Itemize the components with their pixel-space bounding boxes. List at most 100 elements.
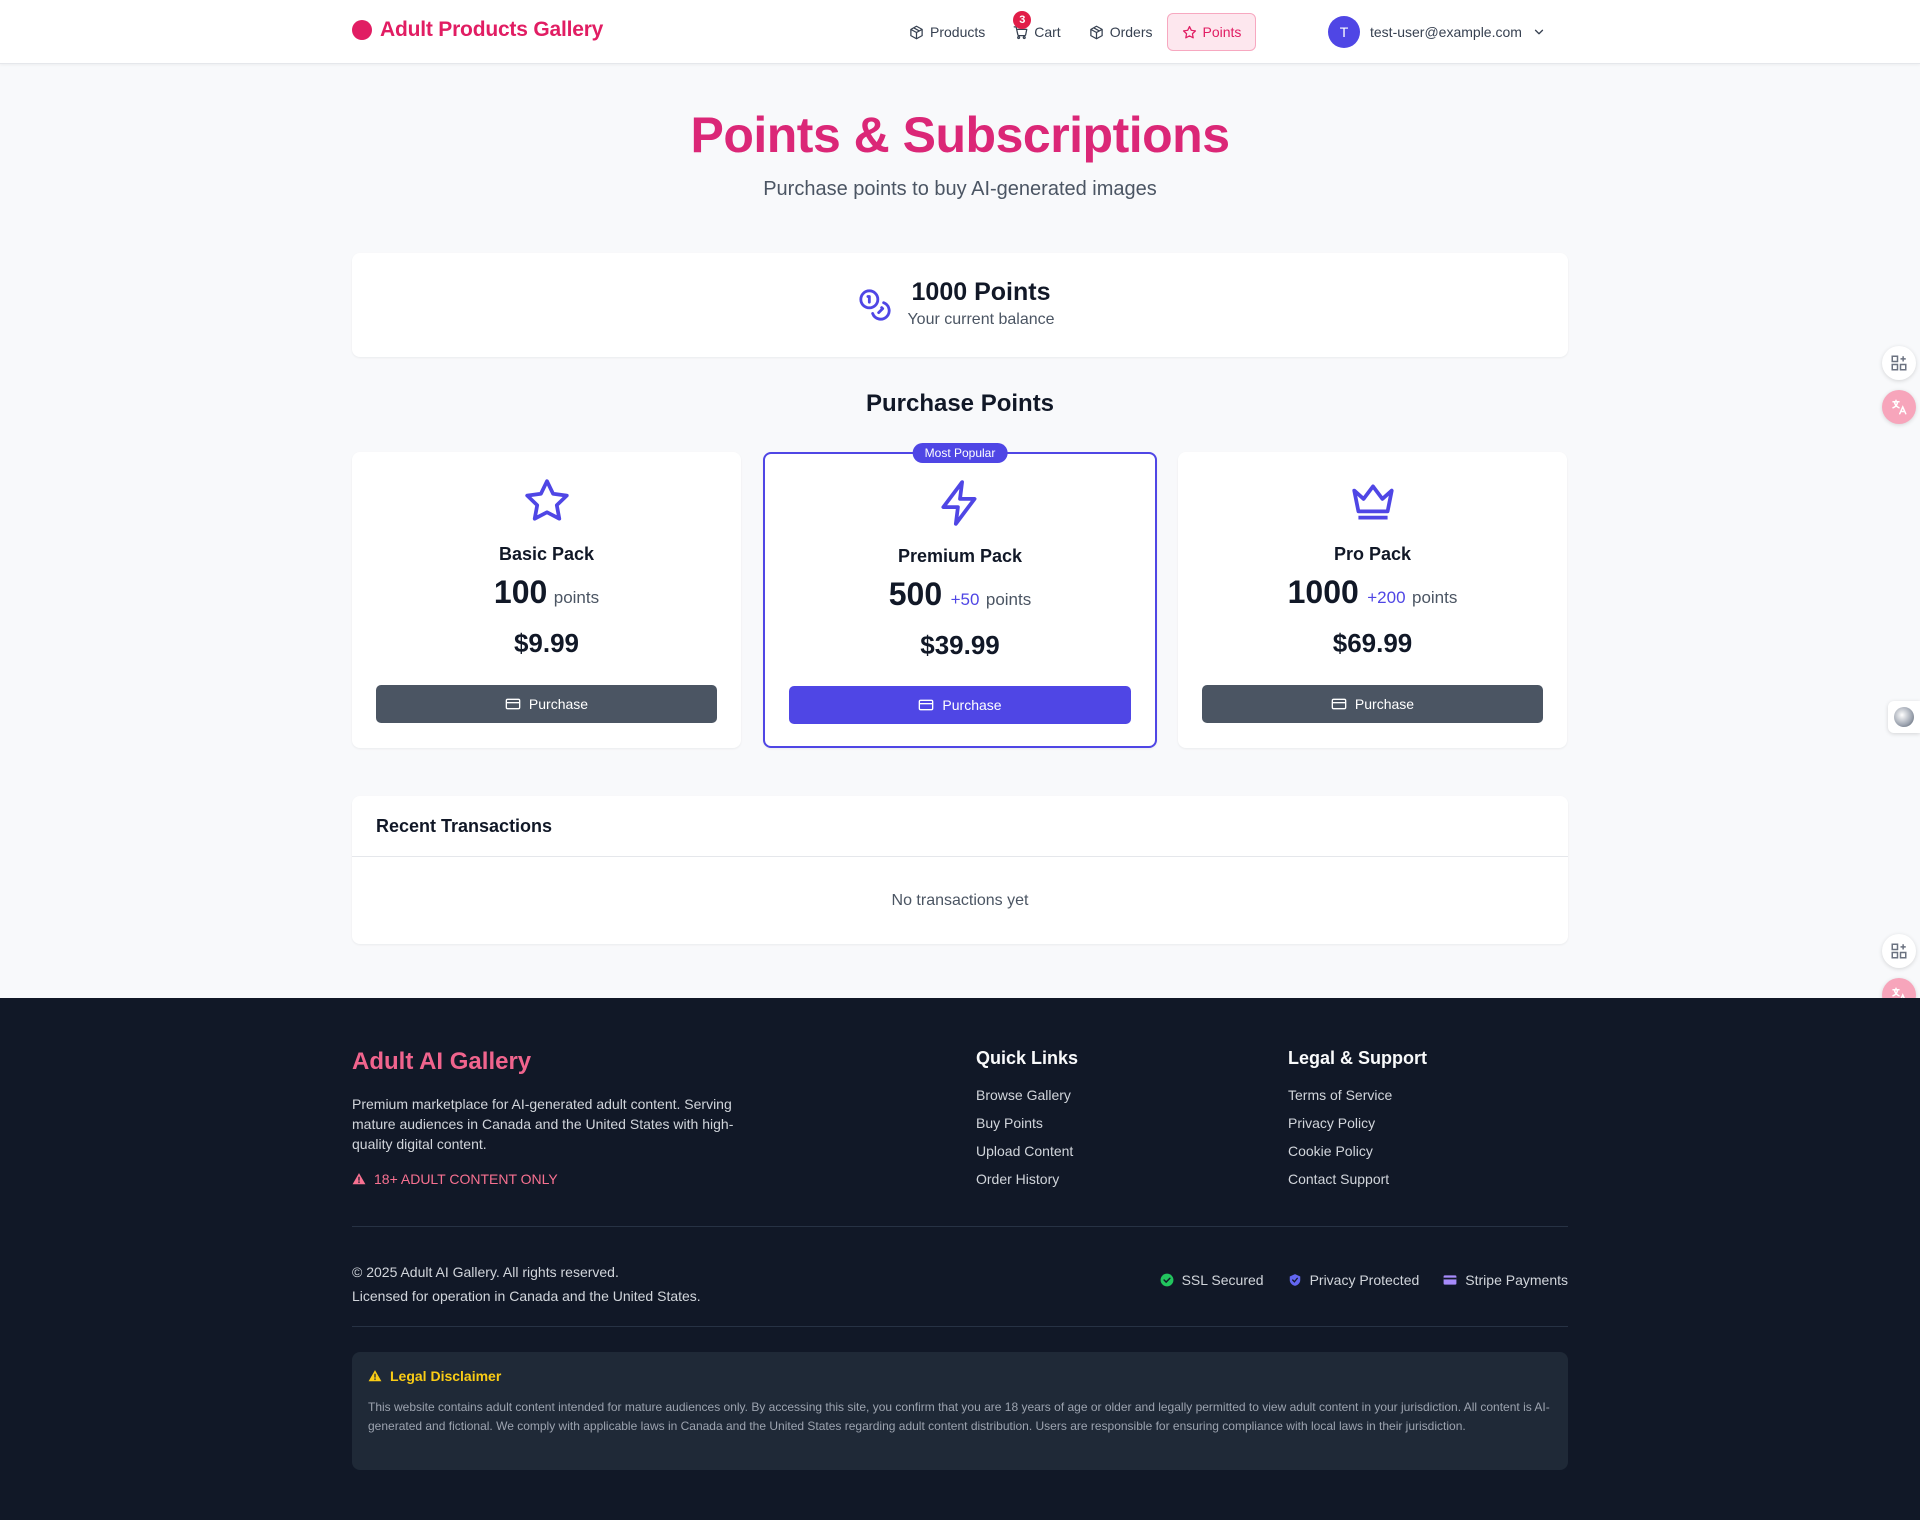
brand-name: Adult Products Gallery bbox=[380, 18, 604, 41]
user-menu[interactable]: T test-user@example.com bbox=[1328, 16, 1546, 48]
grid-add-widget-button[interactable] bbox=[1882, 346, 1916, 380]
pack-points: 1000 +200 points bbox=[1178, 574, 1567, 611]
pack-name: Basic Pack bbox=[498, 544, 595, 564]
pack-points-unit: points bbox=[985, 590, 1032, 609]
balance-label: Your current balance bbox=[907, 311, 1055, 328]
credit-card-icon bbox=[919, 699, 934, 711]
brand-dot-icon bbox=[352, 20, 372, 40]
privacy-badge: Privacy Protected bbox=[1288, 1272, 1420, 1288]
pack-points-bonus: +200 bbox=[1367, 588, 1406, 607]
assistant-orb-icon bbox=[1894, 707, 1914, 727]
pack-card-pro: Pro Pack 1000 +200 points $69.99 Purchas… bbox=[1178, 452, 1567, 748]
grid-plus-icon bbox=[1891, 943, 1907, 959]
warning-icon bbox=[352, 1173, 366, 1185]
privacy-badge-label: Privacy Protected bbox=[1309, 1272, 1420, 1288]
nav-products[interactable]: Products bbox=[895, 13, 999, 51]
license-text: Licensed for operation in Canada and the… bbox=[352, 1288, 701, 1304]
cart-count-badge: 3 bbox=[1013, 11, 1032, 29]
footer-link-cookies[interactable]: Cookie Policy bbox=[1288, 1143, 1427, 1160]
transactions-empty-state: No transactions yet bbox=[891, 892, 1029, 909]
nav-products-label: Products bbox=[930, 24, 986, 40]
balance-amount: 1000 Points bbox=[911, 278, 1051, 306]
stripe-badge-label: Stripe Payments bbox=[1465, 1272, 1568, 1288]
ssl-badge-label: SSL Secured bbox=[1181, 1272, 1264, 1288]
top-navbar: Adult Products Gallery Products 3 Cart O… bbox=[0, 0, 1920, 64]
purchase-pro-button[interactable]: Purchase bbox=[1202, 685, 1543, 723]
transactions-title: Recent Transactions bbox=[376, 816, 553, 836]
purchase-section-title: Purchase Points bbox=[865, 390, 1055, 417]
pack-price: $39.99 bbox=[920, 630, 1000, 660]
divider bbox=[352, 856, 1568, 857]
transactions-card: Recent Transactions No transactions yet bbox=[352, 796, 1568, 944]
user-email: test-user@example.com bbox=[1370, 24, 1522, 40]
legal-links: Legal & Support Terms of Service Privacy… bbox=[1288, 1048, 1427, 1199]
package-icon bbox=[910, 25, 923, 39]
purchase-basic-button[interactable]: Purchase bbox=[376, 685, 717, 723]
pack-name: Premium Pack bbox=[897, 546, 1023, 566]
check-circle-icon bbox=[1160, 1273, 1173, 1287]
star-icon bbox=[1182, 25, 1196, 38]
footer-divider bbox=[352, 1326, 1568, 1327]
pack-price: $69.99 bbox=[1332, 628, 1413, 658]
footer-description: Premium marketplace for AI-generated adu… bbox=[352, 1096, 734, 1152]
main-nav: Products 3 Cart Orders Points bbox=[895, 11, 1257, 52]
adult-warning-text: 18+ ADULT CONTENT ONLY bbox=[374, 1171, 558, 1187]
footer-brand: Adult AI Gallery bbox=[352, 1048, 532, 1075]
adult-warning: 18+ ADULT CONTENT ONLY bbox=[352, 1171, 558, 1187]
legal-links-title: Legal & Support bbox=[1288, 1048, 1427, 1068]
stripe-badge: Stripe Payments bbox=[1443, 1272, 1568, 1288]
footer: Adult AI Gallery Premium marketplace for… bbox=[0, 998, 1920, 1520]
brand-logo[interactable]: Adult Products Gallery bbox=[352, 18, 603, 42]
grid-add-widget-button[interactable] bbox=[1882, 934, 1916, 968]
nav-cart-label: Cart bbox=[1034, 24, 1061, 40]
warning-icon bbox=[368, 1370, 382, 1382]
star-icon bbox=[524, 479, 569, 521]
pack-points: 500 +50 points bbox=[765, 576, 1155, 613]
crown-icon bbox=[1351, 484, 1394, 520]
pack-points-amount: 1000 bbox=[1287, 574, 1359, 610]
nav-cart[interactable]: 3 Cart bbox=[999, 11, 1074, 51]
lightning-icon bbox=[941, 480, 977, 526]
trust-badges: SSL Secured Privacy Protected Stripe Pay… bbox=[1160, 1272, 1568, 1288]
purchase-button-label: Purchase bbox=[1354, 696, 1415, 712]
page-title: Points & Subscriptions bbox=[690, 107, 1230, 163]
translate-icon bbox=[1892, 399, 1907, 415]
footer-link-contact[interactable]: Contact Support bbox=[1288, 1171, 1427, 1188]
pack-points-amount: 100 bbox=[493, 574, 548, 610]
footer-link-terms[interactable]: Terms of Service bbox=[1288, 1087, 1427, 1104]
chevron-down-icon bbox=[1534, 29, 1544, 35]
pack-points-unit: points bbox=[1412, 588, 1458, 607]
nav-points[interactable]: Points bbox=[1166, 13, 1257, 51]
credit-card-icon bbox=[1443, 1275, 1457, 1285]
pack-card-basic: Basic Pack 100 points $9.99 Purchase bbox=[352, 452, 741, 748]
avatar: T bbox=[1328, 16, 1360, 48]
footer-link-browse-gallery[interactable]: Browse Gallery bbox=[976, 1087, 1078, 1104]
legal-disclaimer: Legal Disclaimer This website contains a… bbox=[352, 1352, 1568, 1470]
pack-points-bonus: +50 bbox=[950, 590, 980, 609]
purchase-button-label: Purchase bbox=[528, 696, 589, 712]
nav-orders-label: Orders bbox=[1109, 24, 1153, 40]
purchase-premium-button[interactable]: Purchase bbox=[789, 686, 1131, 724]
purchase-button-label: Purchase bbox=[942, 697, 1002, 713]
pack-points: 100 points bbox=[352, 574, 741, 611]
footer-link-buy-points[interactable]: Buy Points bbox=[976, 1115, 1078, 1132]
package-icon bbox=[1089, 25, 1103, 39]
footer-link-upload-content[interactable]: Upload Content bbox=[976, 1143, 1078, 1160]
nav-orders[interactable]: Orders bbox=[1075, 13, 1167, 51]
shield-icon bbox=[1289, 1274, 1300, 1286]
disclaimer-title: Legal Disclaimer bbox=[368, 1368, 501, 1384]
page-subtitle: Purchase points to buy AI-generated imag… bbox=[763, 178, 1157, 200]
quick-links: Quick Links Browse Gallery Buy Points Up… bbox=[976, 1048, 1078, 1199]
disclaimer-text: This website contains adult content inte… bbox=[368, 1400, 1550, 1433]
pack-card-premium: Most Popular Premium Pack 500 +50 points… bbox=[763, 443, 1157, 748]
footer-link-privacy[interactable]: Privacy Policy bbox=[1288, 1115, 1427, 1132]
copyright: © 2025 Adult AI Gallery. All rights rese… bbox=[352, 1260, 701, 1308]
disclaimer-title-text: Legal Disclaimer bbox=[390, 1368, 502, 1384]
pack-price: $9.99 bbox=[513, 628, 580, 658]
pack-points-unit: points bbox=[553, 588, 600, 607]
assistant-side-tab[interactable] bbox=[1888, 701, 1920, 733]
translate-widget-button[interactable] bbox=[1882, 390, 1916, 424]
copyright-text: © 2025 Adult AI Gallery. All rights rese… bbox=[352, 1264, 619, 1280]
footer-divider bbox=[352, 1226, 1568, 1227]
footer-link-order-history[interactable]: Order History bbox=[976, 1171, 1078, 1188]
